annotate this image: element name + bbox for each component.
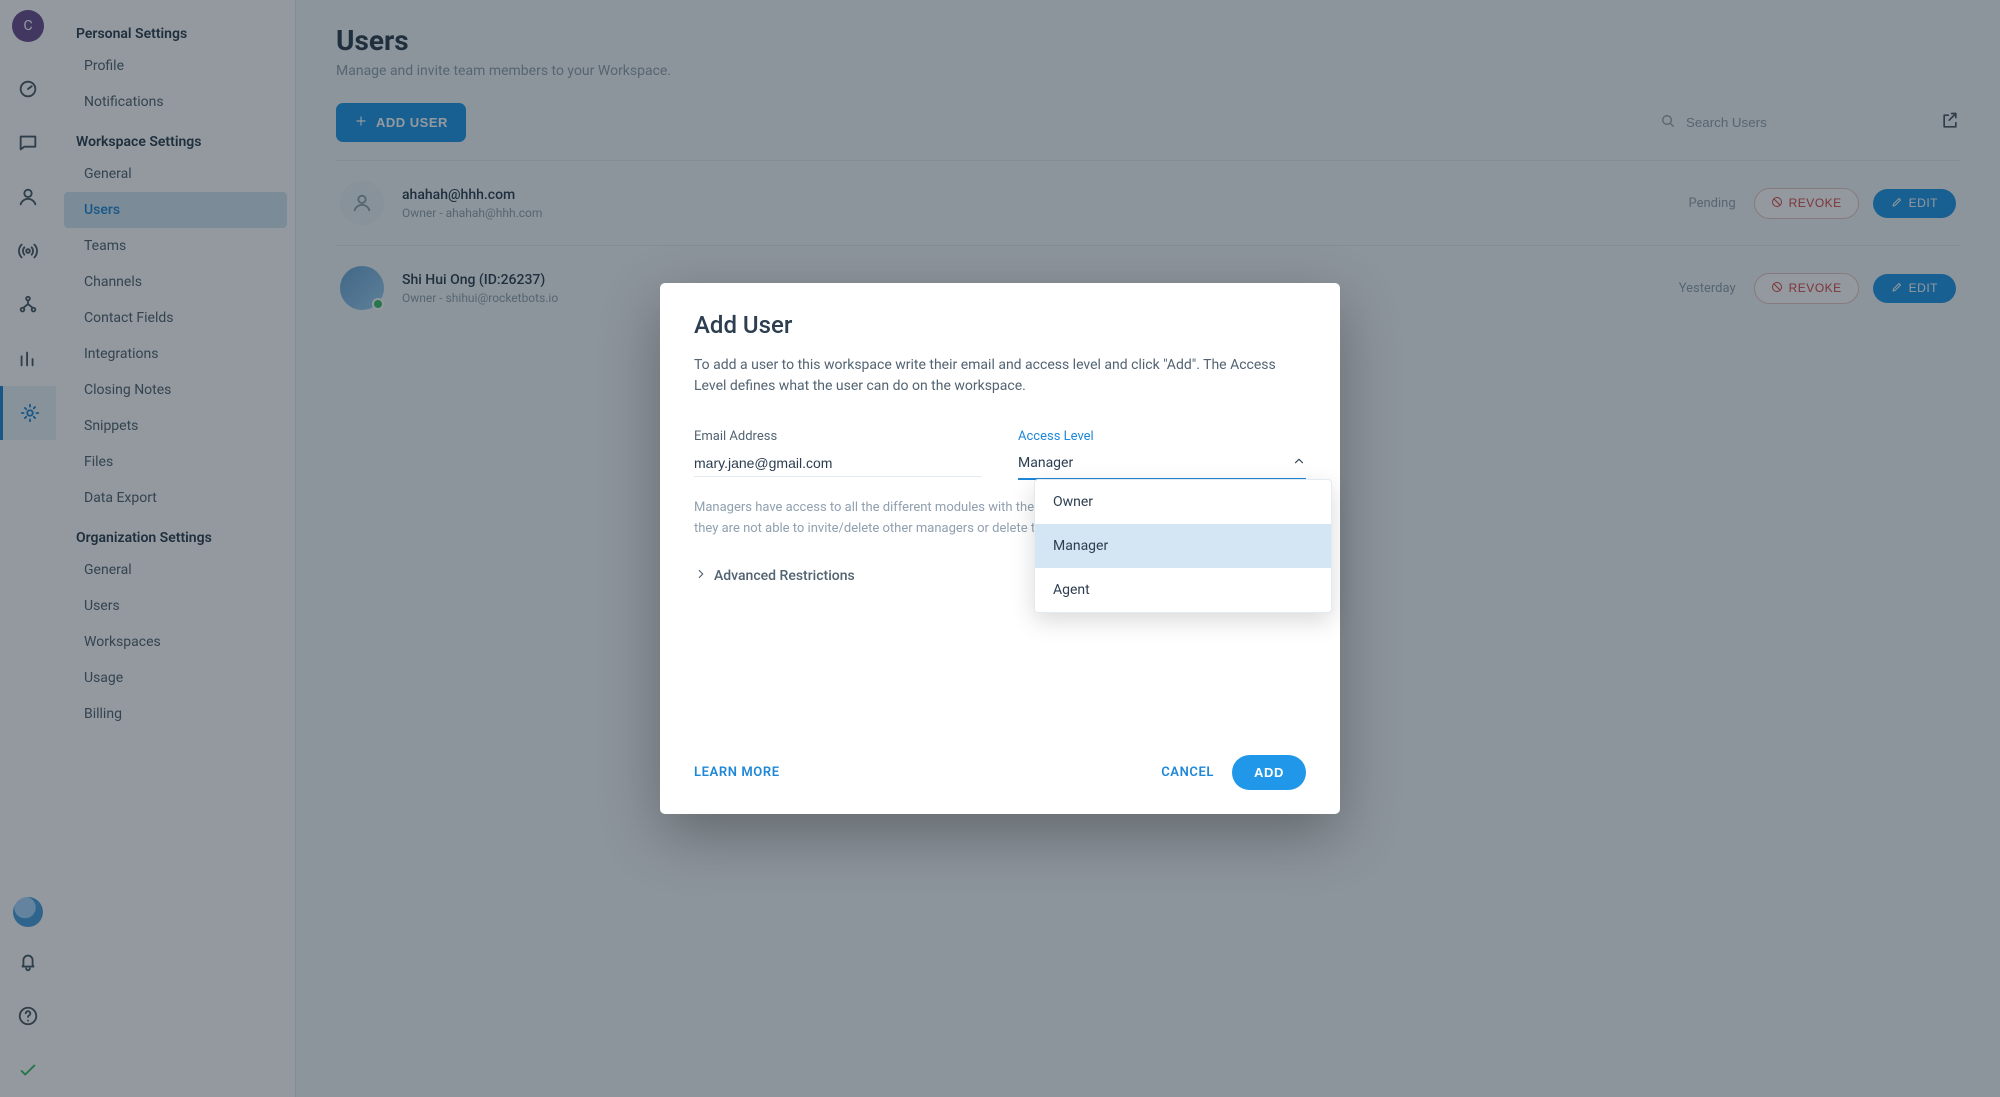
learn-more-button[interactable]: LEARN MORE xyxy=(694,765,780,780)
access-level-select[interactable]: Manager xyxy=(1018,450,1306,480)
access-level-value: Manager xyxy=(1018,455,1073,471)
option-owner[interactable]: Owner xyxy=(1035,480,1331,524)
cancel-button[interactable]: CANCEL xyxy=(1161,765,1214,780)
option-agent[interactable]: Agent xyxy=(1035,568,1331,612)
modal-scrim[interactable]: Add User To add a user to this workspace… xyxy=(0,0,2000,1097)
email-input[interactable] xyxy=(694,450,982,477)
access-level-label: Access Level xyxy=(1018,429,1306,444)
access-level-dropdown: Owner Manager Agent xyxy=(1034,479,1332,613)
modal-title: Add User xyxy=(694,311,1306,339)
email-label: Email Address xyxy=(694,429,982,444)
option-manager[interactable]: Manager xyxy=(1035,524,1331,568)
add-user-modal: Add User To add a user to this workspace… xyxy=(660,283,1340,813)
modal-description: To add a user to this workspace write th… xyxy=(694,355,1306,397)
add-button[interactable]: ADD xyxy=(1232,755,1306,790)
chevron-right-icon xyxy=(694,567,708,585)
chevron-up-icon xyxy=(1292,454,1306,472)
advanced-restrictions-label: Advanced Restrictions xyxy=(714,568,855,584)
